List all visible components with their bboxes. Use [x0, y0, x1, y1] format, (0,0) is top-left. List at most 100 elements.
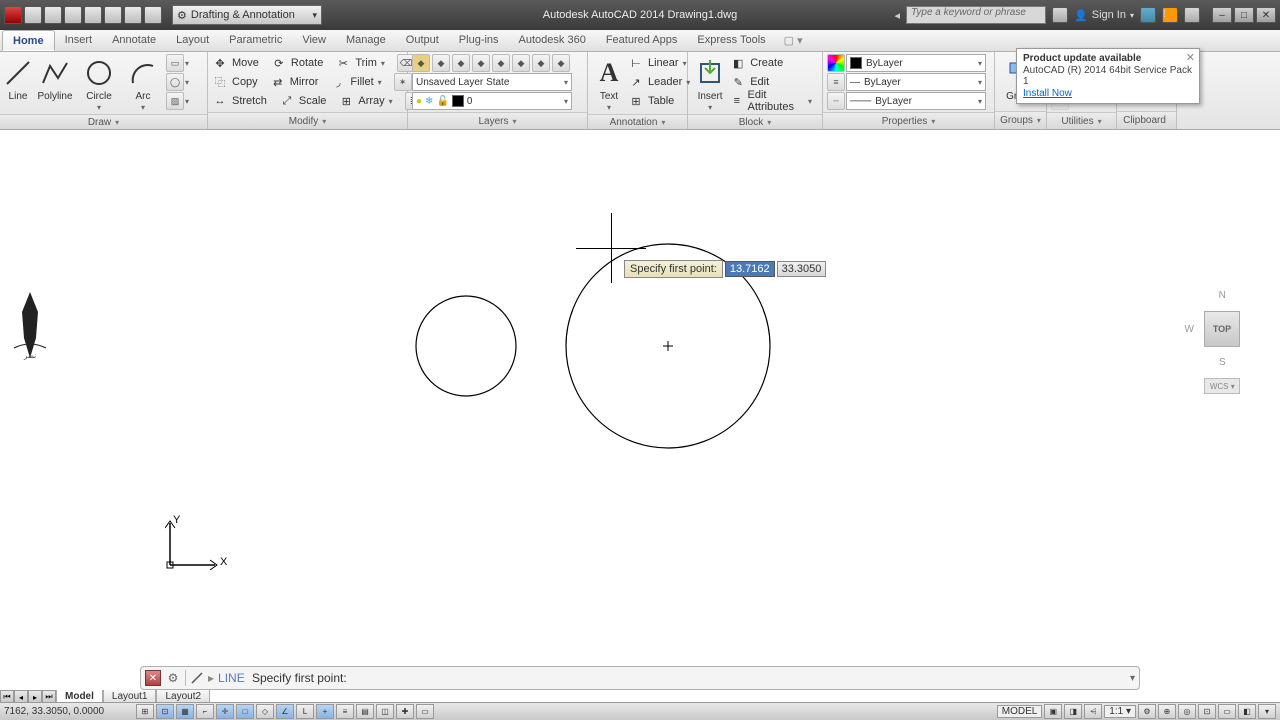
qat-undo-icon[interactable]	[124, 6, 142, 24]
status-dyn-icon[interactable]: +	[316, 704, 334, 719]
workspace-selector[interactable]: ⚙Drafting & Annotation	[172, 5, 322, 25]
exchange-icon[interactable]	[1140, 7, 1156, 23]
tab-autodesk360[interactable]: Autodesk 360	[509, 30, 596, 51]
status-r7-icon[interactable]: ▭	[1218, 704, 1236, 719]
tool-create[interactable]: ◧Create	[730, 54, 818, 72]
tool-hatch-icon[interactable]: ▨	[166, 92, 184, 110]
prompt-y-input[interactable]: 33.3050	[777, 261, 827, 277]
status-ortho-icon[interactable]: ⌐	[196, 704, 214, 719]
drawing-canvas[interactable]: نشر X Y Specify first point: 13.7162 33.…	[0, 130, 1280, 670]
update-close-icon[interactable]: ✕	[1186, 51, 1195, 64]
qat-redo-icon[interactable]	[144, 6, 162, 24]
layer-btn2-icon[interactable]: ◆	[432, 54, 450, 72]
status-model-button[interactable]: MODEL	[997, 705, 1043, 718]
tab-view[interactable]: View	[292, 30, 336, 51]
tab-more-icon[interactable]: ▢ ▾	[784, 30, 803, 51]
qat-new-icon[interactable]	[24, 6, 42, 24]
layer-btn6-icon[interactable]: ◆	[512, 54, 530, 72]
prompt-x-input[interactable]: 13.7162	[725, 261, 775, 277]
panel-title-draw[interactable]: Draw	[0, 114, 207, 129]
layer-btn4-icon[interactable]: ◆	[472, 54, 490, 72]
cmdline-close-icon[interactable]: ✕	[145, 670, 161, 686]
status-am-icon[interactable]: ▭	[416, 704, 434, 719]
status-anno-icon[interactable]: ⩤	[1084, 704, 1102, 719]
viewcube-s[interactable]: S	[1219, 357, 1226, 368]
tool-table[interactable]: ⊞Table	[628, 92, 696, 110]
status-osnap-icon[interactable]: □	[236, 704, 254, 719]
layer-selector[interactable]: ●❄🔓 0	[412, 92, 572, 110]
status-polar-icon[interactable]: ✛	[216, 704, 234, 719]
status-r2-icon[interactable]: ◨	[1064, 704, 1082, 719]
viewcube-n[interactable]: N	[1219, 290, 1226, 301]
status-r4-icon[interactable]: ⊕	[1158, 704, 1176, 719]
tool-copy[interactable]: ⿻Copy	[212, 73, 264, 91]
tool-ellipse-icon[interactable]: ◯	[166, 73, 184, 91]
panel-title-groups[interactable]: Groups	[995, 111, 1046, 129]
tool-stretch[interactable]: ↔Stretch	[212, 92, 273, 110]
layer-btn5-icon[interactable]: ◆	[492, 54, 510, 72]
tool-arc[interactable]: Arc▾	[122, 54, 164, 112]
tool-leader[interactable]: ↗Leader▾	[628, 73, 696, 91]
status-3dosnap-icon[interactable]: ◇	[256, 704, 274, 719]
tab-manage[interactable]: Manage	[336, 30, 396, 51]
panel-title-properties[interactable]: Properties	[823, 112, 994, 129]
tool-text[interactable]: A Text▾	[592, 54, 626, 112]
qat-open-icon[interactable]	[44, 6, 62, 24]
close-button[interactable]: ✕	[1256, 7, 1276, 23]
status-scale[interactable]: 1:1 ▾	[1104, 705, 1136, 718]
status-ducs-icon[interactable]: L	[296, 704, 314, 719]
viewcube-top[interactable]: TOP	[1204, 311, 1240, 347]
minimize-button[interactable]: –	[1212, 7, 1232, 23]
status-otrack-icon[interactable]: ∠	[276, 704, 294, 719]
color-selector[interactable]: ByLayer	[846, 54, 986, 72]
tab-plugins[interactable]: Plug-ins	[449, 30, 509, 51]
help-icon[interactable]: ?	[1184, 7, 1200, 23]
qat-saveas-icon[interactable]	[84, 6, 102, 24]
search-button-icon[interactable]	[1052, 7, 1068, 23]
app-menu-button[interactable]	[4, 6, 22, 24]
tool-scale[interactable]: ⤢Scale	[279, 92, 333, 110]
ltype-selector[interactable]: ───ByLayer	[846, 92, 986, 110]
panel-title-utilities[interactable]: Utilities	[1047, 112, 1116, 129]
tab-insert[interactable]: Insert	[55, 30, 103, 51]
notify-icon[interactable]: !	[1162, 7, 1178, 23]
layer-btn3-icon[interactable]: ◆	[452, 54, 470, 72]
tool-linear[interactable]: ⊢Linear▾	[628, 54, 696, 72]
cmdline-history-icon[interactable]: ▾	[1130, 673, 1135, 684]
status-grid-icon[interactable]: ▦	[176, 704, 194, 719]
status-r6-icon[interactable]: ⊡	[1198, 704, 1216, 719]
layer-btn8-icon[interactable]: ◆	[552, 54, 570, 72]
search-arrow-icon[interactable]: ◂	[895, 9, 901, 22]
tab-layout[interactable]: Layout	[166, 30, 219, 51]
tool-polyline[interactable]: Polyline	[34, 54, 76, 102]
tool-insert[interactable]: Insert▾	[692, 54, 728, 112]
status-r8-icon[interactable]: ◧	[1238, 704, 1256, 719]
tab-parametric[interactable]: Parametric	[219, 30, 292, 51]
ltype-icon[interactable]: ┄	[827, 92, 845, 110]
tab-annotate[interactable]: Annotate	[102, 30, 166, 51]
status-qp-icon[interactable]: ◫	[376, 704, 394, 719]
status-lwt-icon[interactable]: ≡	[336, 704, 354, 719]
tab-featured[interactable]: Featured Apps	[596, 30, 688, 51]
lweight-icon[interactable]: ≡	[827, 73, 845, 91]
layer-state-selector[interactable]: Unsaved Layer State	[412, 73, 572, 91]
lweight-selector[interactable]: —ByLayer	[846, 73, 986, 91]
update-install-link[interactable]: Install Now	[1023, 88, 1072, 99]
status-r5-icon[interactable]: ◎	[1178, 704, 1196, 719]
tool-circle[interactable]: Circle▾	[78, 54, 120, 112]
color-icon[interactable]	[827, 54, 845, 72]
tab-output[interactable]: Output	[396, 30, 449, 51]
status-tpy-icon[interactable]: ▤	[356, 704, 374, 719]
tool-rotate[interactable]: ⟳Rotate	[271, 54, 329, 72]
tool-fillet[interactable]: ◞Fillet▾	[330, 73, 387, 91]
viewcube-w[interactable]: W	[1185, 324, 1194, 335]
panel-title-layers[interactable]: Layers	[408, 112, 587, 129]
tool-trim[interactable]: ✂Trim▾	[335, 54, 391, 72]
tool-move[interactable]: ✥Move	[212, 54, 265, 72]
tool-array[interactable]: ⊞Array▾	[338, 92, 398, 110]
signin-button[interactable]: 👤Sign In▾	[1074, 9, 1134, 22]
layer-props-icon[interactable]: ◆	[412, 54, 430, 72]
cmdline-config-icon[interactable]: ⚙	[165, 670, 181, 686]
status-r1-icon[interactable]: ▣	[1044, 704, 1062, 719]
viewcube-wcs[interactable]: WCS ▾	[1204, 378, 1240, 394]
